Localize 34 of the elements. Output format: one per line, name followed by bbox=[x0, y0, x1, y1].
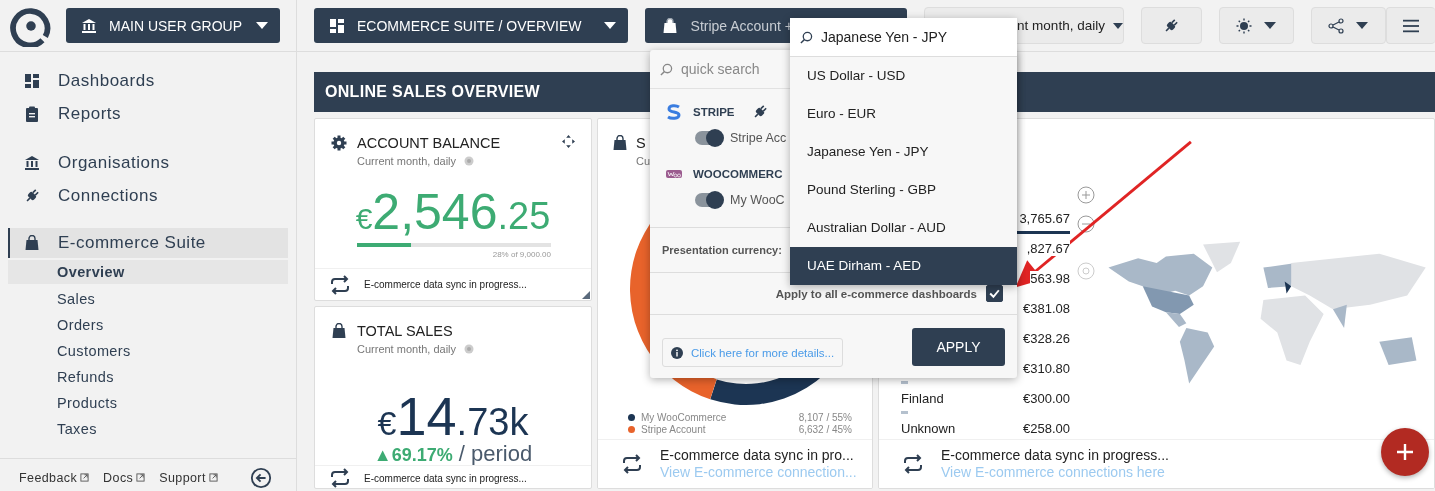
widget-subtitle: Cu bbox=[636, 155, 651, 167]
country-value: €310.80 bbox=[1023, 361, 1070, 376]
change-value: ▲69.17% bbox=[373, 445, 453, 465]
sync-status: E-commerce data sync in progress... bbox=[364, 472, 527, 484]
country-value: 563.98 bbox=[1030, 271, 1070, 286]
account-name: Stripe Acc bbox=[730, 131, 787, 145]
sync-status: E-commerce data sync in pro... bbox=[660, 447, 855, 464]
legend-label: My WooCommerce bbox=[641, 411, 728, 423]
balance-amount: €2,546.25 bbox=[354, 187, 552, 237]
country-value: €381.08 bbox=[1023, 301, 1070, 316]
country-value: ,827.67 bbox=[1026, 241, 1070, 256]
legend-label: Stripe Account bbox=[641, 423, 707, 435]
goal-label: 28% of 9,000.00 bbox=[491, 250, 551, 259]
apply-all-label: Apply to all e-commerce dashboards bbox=[775, 287, 977, 300]
country-name: Finland bbox=[901, 391, 944, 406]
sync-status: E-commerce data sync in progress... bbox=[364, 279, 527, 290]
currency-label: Presentation currency: bbox=[662, 244, 782, 256]
country-name: Unknown bbox=[901, 421, 956, 436]
account-name: My WooC bbox=[730, 193, 785, 207]
widget-title: TOTAL SALES bbox=[357, 323, 453, 339]
widget-subtitle: Current month, daily bbox=[357, 155, 457, 167]
legend-value: 6,632 / 45% bbox=[798, 423, 852, 435]
sync-status: E-commerce data sync in progress... bbox=[941, 447, 1169, 464]
source-name: WOOCOMMERC bbox=[693, 168, 783, 180]
widget-title: ACCOUNT BALANCE bbox=[357, 135, 501, 151]
country-value: €258.00 bbox=[1023, 421, 1070, 436]
sales-amount: €14.73k bbox=[376, 389, 529, 443]
country-value: €328.26 bbox=[1023, 331, 1070, 346]
legend-value: 8,107 / 55% bbox=[798, 411, 852, 423]
widget-title: S bbox=[636, 135, 646, 151]
period-label: / period bbox=[458, 441, 533, 466]
widget-subtitle: Current month, daily bbox=[357, 343, 457, 355]
country-value: 3,765.67 bbox=[1019, 211, 1070, 226]
country-value: €300.00 bbox=[1023, 391, 1070, 406]
